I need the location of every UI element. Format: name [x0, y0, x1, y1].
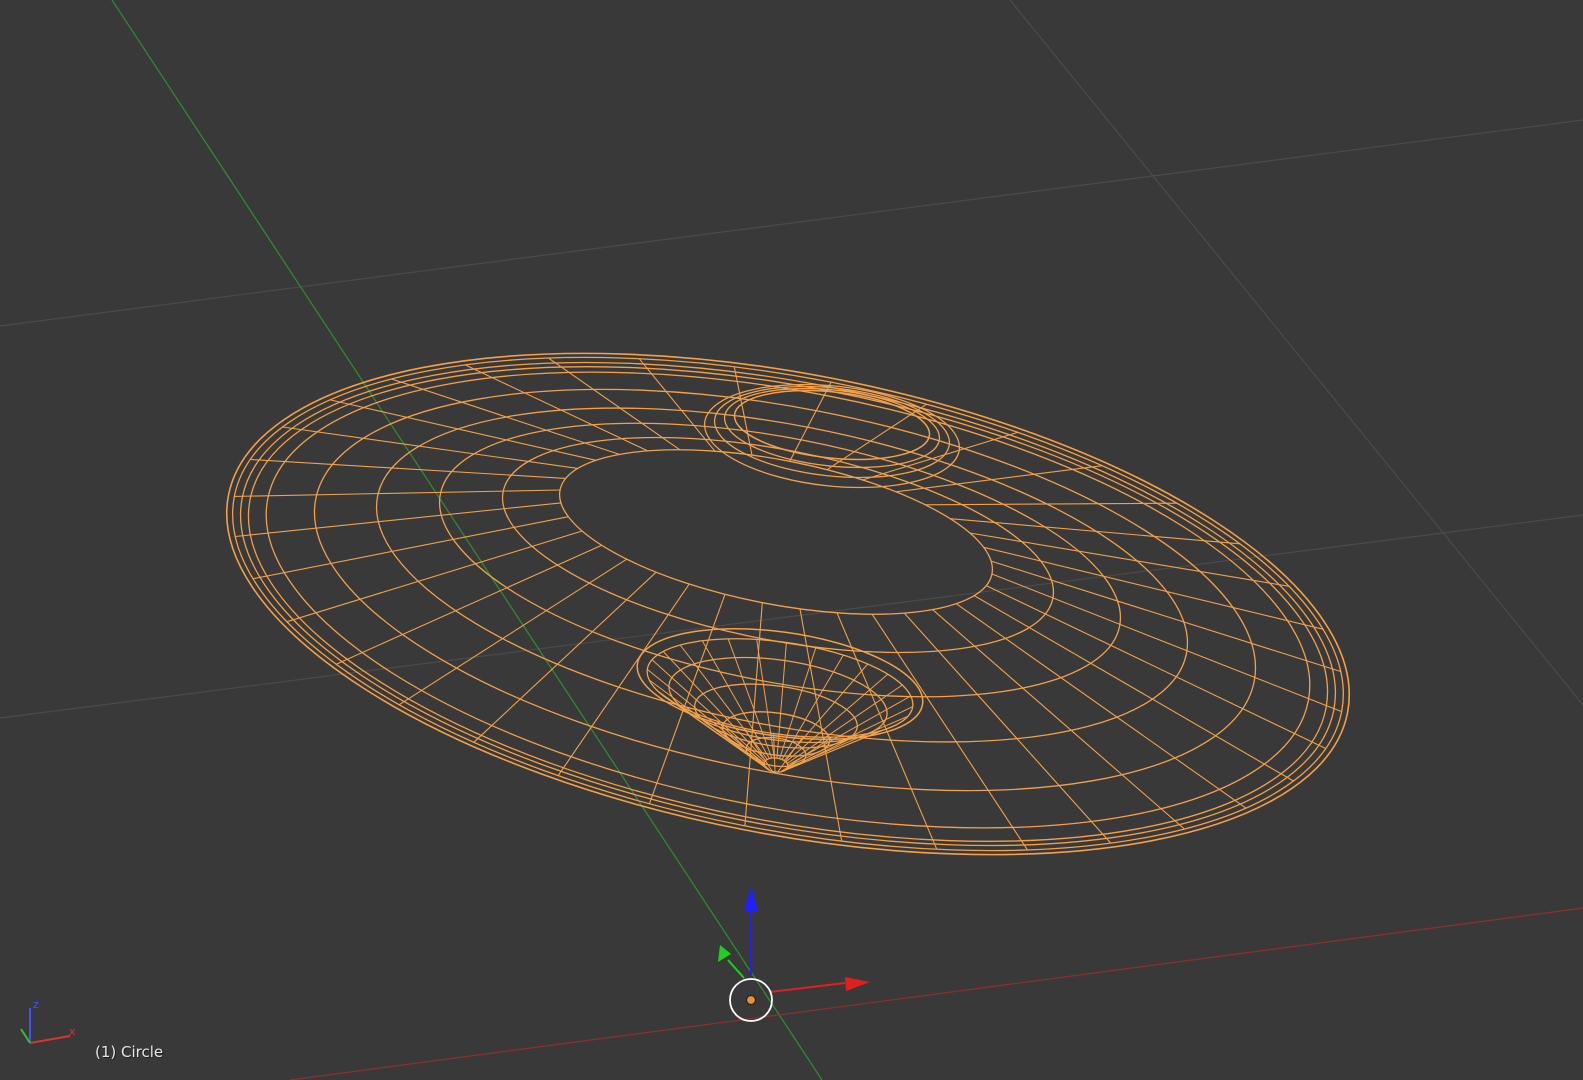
mesh-edge [950, 518, 1240, 545]
floor-grid [0, 0, 1583, 719]
mesh-edge [286, 530, 583, 623]
axis-orientation-icon: z x [20, 998, 76, 1044]
mesh-edge [986, 585, 1326, 749]
scene-canvas[interactable]: z x [0, 0, 1583, 1080]
axis-x-label: x [69, 1025, 76, 1038]
translate-manipulator-icon[interactable] [718, 886, 870, 1022]
mesh-edge [925, 502, 1177, 506]
mesh-edge [955, 603, 1247, 809]
funnel-edge [651, 659, 765, 763]
mesh-edge [234, 489, 561, 497]
manipulator-y-arrowhead[interactable] [718, 945, 731, 962]
3d-viewport[interactable]: z x (1) Circle [0, 0, 1583, 1080]
manipulator-x-arrowhead[interactable] [845, 977, 870, 991]
origin-point [745, 994, 757, 1006]
manipulator-y-handle[interactable] [727, 959, 745, 979]
y-axis-line [111, 0, 823, 1080]
active-object-label: (1) Circle [95, 1043, 164, 1061]
mesh-edge [789, 381, 832, 462]
mesh-edge [252, 516, 569, 580]
mesh-edge [826, 403, 927, 471]
axis-z-label: z [33, 998, 39, 1011]
mesh-edge [329, 399, 596, 461]
funnel-edge [648, 679, 765, 766]
mesh-edge [836, 612, 938, 850]
mesh-edge [895, 465, 1103, 493]
x-axis-line [289, 907, 1583, 1080]
mesh-edge [799, 608, 843, 842]
mesh-edge [932, 609, 1185, 830]
funnel-spokes [646, 638, 913, 773]
mesh-edge [969, 532, 1290, 587]
manipulator-x-handle[interactable] [769, 982, 846, 993]
mesh-edge [983, 546, 1324, 630]
funnel-edge [786, 684, 903, 764]
mesh-edge [235, 502, 561, 538]
circle-mesh-wireframe[interactable] [185, 269, 1392, 938]
manipulator-z-arrowhead[interactable] [744, 886, 758, 912]
